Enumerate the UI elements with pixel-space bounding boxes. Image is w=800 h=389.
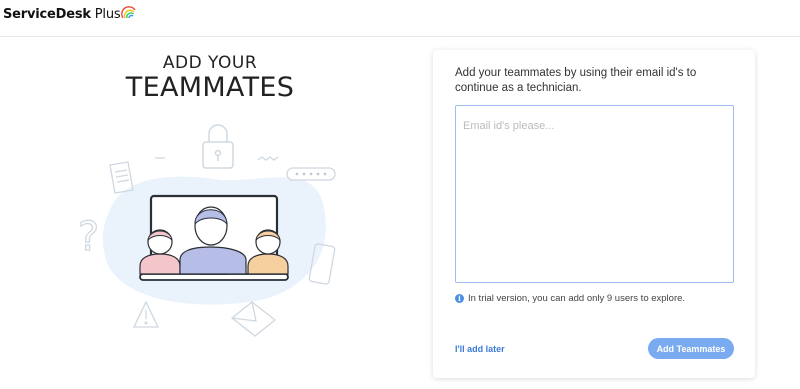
question-mark-icon: ? <box>78 214 99 260</box>
add-teammates-button[interactable]: Add Teammates <box>648 338 734 359</box>
heading-small: ADD YOUR <box>162 53 258 73</box>
envelope-icon <box>230 301 277 337</box>
decor-dashes <box>155 156 279 161</box>
invite-card: Add your teammates by using their email … <box>433 50 755 378</box>
rainbow-arc-icon <box>121 6 137 19</box>
warning-icon <box>132 300 160 328</box>
trial-info-note: i In trial version, you can add only 9 u… <box>455 293 685 304</box>
teammates-illustration: ? <box>77 124 336 337</box>
top-bar: ServiceDesk Plus <box>0 0 800 37</box>
trial-info-text: In trial version, you can add only 9 use… <box>468 293 686 304</box>
lock-icon <box>202 124 234 169</box>
email-ids-input[interactable] <box>455 105 734 283</box>
brand-name: ServiceDesk Plus <box>3 7 121 22</box>
add-later-link[interactable]: I'll add later <box>455 344 505 354</box>
brand-logo[interactable]: ServiceDesk Plus <box>3 4 137 22</box>
page-title: TEAMMATES <box>125 72 295 103</box>
invite-description: Add your teammates by using their email … <box>455 67 697 94</box>
info-icon: i <box>455 294 464 303</box>
password-field-icon <box>286 167 336 181</box>
